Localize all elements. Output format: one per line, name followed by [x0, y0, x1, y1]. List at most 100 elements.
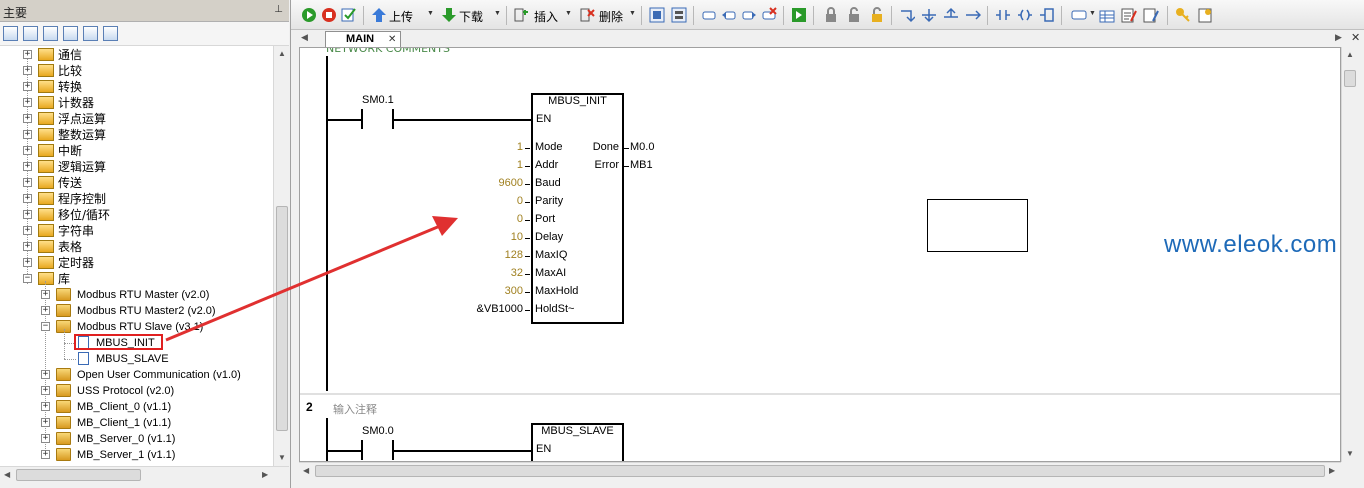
scroll-left-icon[interactable]: ◀	[303, 466, 309, 475]
expand-icon[interactable]: +	[41, 434, 50, 443]
insert-button[interactable]: 插入	[534, 8, 558, 25]
pin-value[interactable]: &VB1000	[459, 303, 523, 315]
expand-icon[interactable]: +	[23, 82, 32, 91]
document-icon[interactable]	[43, 26, 58, 41]
chevron-down-icon[interactable]: ▼	[494, 10, 501, 17]
library-item[interactable]: + Modbus RTU Master2 (v2.0)	[0, 303, 270, 319]
unlock-icon[interactable]	[846, 7, 862, 23]
expand-icon[interactable]: +	[41, 290, 50, 299]
editor-vertical-scrollbar[interactable]: ▲ ▼	[1341, 47, 1357, 462]
download-button[interactable]: 下载	[459, 8, 483, 25]
tree-horizontal-scrollbar[interactable]: ◀ ▶	[0, 466, 289, 483]
insert-icon[interactable]	[513, 7, 529, 23]
tree-category[interactable]: + 逻辑运算	[0, 159, 270, 175]
pin-value[interactable]: 9600	[459, 177, 523, 189]
tree-category[interactable]: − 库	[0, 271, 270, 287]
library-icon[interactable]	[103, 26, 118, 41]
pin-value[interactable]: 1	[459, 159, 523, 171]
delete-button[interactable]: 删除	[599, 8, 623, 25]
next-bookmark-icon[interactable]	[671, 7, 687, 23]
scroll-up-icon[interactable]: ▲	[1346, 50, 1354, 59]
tree-category[interactable]: + 移位/循环	[0, 207, 270, 223]
tree-category[interactable]: + 程序控制	[0, 191, 270, 207]
lock-icon[interactable]	[823, 7, 839, 23]
contact-address[interactable]: SM0.1	[362, 94, 394, 106]
expand-icon[interactable]: +	[23, 130, 32, 139]
ladder-editor[interactable]: NETWORK COMMENTS SM0.1 MBUS_INIT EN 1 Mod…	[299, 47, 1341, 462]
scroll-down-icon[interactable]: ▼	[1346, 449, 1354, 458]
expand-icon[interactable]: +	[23, 194, 32, 203]
chevron-down-icon[interactable]: ▼	[565, 10, 572, 17]
branch-icon[interactable]	[899, 7, 915, 23]
tree-category[interactable]: + 浮点运算	[0, 111, 270, 127]
contact-address[interactable]: SM0.0	[362, 425, 394, 437]
scroll-down-icon[interactable]: ▼	[274, 450, 290, 466]
pin-value[interactable]: 1	[459, 141, 523, 153]
chevron-down-icon[interactable]: ▼	[629, 10, 636, 17]
properties-icon[interactable]	[83, 26, 98, 41]
upload-icon[interactable]	[371, 7, 387, 23]
network-comment[interactable]: 输入注释	[333, 401, 377, 417]
expand-icon[interactable]: +	[41, 306, 50, 315]
library-item[interactable]: + Open User Communication (v1.0)	[0, 367, 270, 383]
expand-icon[interactable]: +	[41, 402, 50, 411]
tree-category[interactable]: + 计数器	[0, 95, 270, 111]
key-icon[interactable]	[1175, 7, 1191, 23]
tree-category[interactable]: + 转换	[0, 79, 270, 95]
scroll-thumb[interactable]	[1344, 70, 1356, 87]
pin-value[interactable]: 0	[459, 213, 523, 225]
pin-value[interactable]: 10	[459, 231, 523, 243]
expand-icon[interactable]: +	[23, 258, 32, 267]
expand-icon[interactable]: +	[41, 450, 50, 459]
line-down-icon[interactable]	[921, 7, 937, 23]
unlock-edit-icon[interactable]	[869, 7, 885, 23]
pin-value[interactable]: 0	[459, 195, 523, 207]
line-up-icon[interactable]	[943, 7, 959, 23]
scroll-left-icon[interactable]: ◀	[4, 470, 10, 479]
library-item[interactable]: + MB_Client_0 (v1.1)	[0, 399, 270, 415]
pin-value[interactable]: 300	[459, 285, 523, 297]
library-item[interactable]: + USS Protocol (v2.0)	[0, 383, 270, 399]
library-function[interactable]: MBUS_SLAVE	[0, 351, 200, 367]
scroll-up-icon[interactable]: ▲	[274, 46, 290, 62]
tree-vertical-scrollbar[interactable]: ▲ ▼	[273, 46, 289, 466]
expand-icon[interactable]: +	[23, 162, 32, 171]
view-icon[interactable]	[3, 26, 18, 41]
tab-main[interactable]: MAIN ✕	[325, 31, 401, 47]
clear-icon[interactable]	[761, 7, 777, 23]
pin-output-value[interactable]: M0.0	[630, 141, 654, 153]
pin-value[interactable]: 128	[459, 249, 523, 261]
expand-icon[interactable]: +	[23, 226, 32, 235]
bookmark-icon[interactable]	[649, 7, 665, 23]
tree-category[interactable]: + 定时器	[0, 255, 270, 271]
pin-output-value[interactable]: MB1	[630, 159, 653, 171]
collapse-icon[interactable]: −	[41, 322, 50, 331]
expand-icon[interactable]: +	[23, 50, 32, 59]
box-icon[interactable]	[1039, 7, 1055, 23]
redo-icon[interactable]	[741, 7, 757, 23]
tab-scroll-left-icon[interactable]: ◀	[301, 32, 308, 43]
edit-icon[interactable]	[1143, 7, 1159, 23]
compile-icon[interactable]	[341, 7, 357, 23]
function-block-mbus-slave[interactable]: MBUS_SLAVE EN	[531, 423, 624, 461]
library-item[interactable]: + MB_Server_1 (v1.1)	[0, 447, 270, 463]
tree-category[interactable]: + 通信	[0, 47, 270, 63]
tree-category[interactable]: + 表格	[0, 239, 270, 255]
collapse-icon[interactable]: −	[23, 274, 32, 283]
expand-icon[interactable]: +	[23, 210, 32, 219]
pin-icon[interactable]: ⊥	[274, 4, 283, 15]
run-icon[interactable]	[301, 7, 317, 23]
library-item[interactable]: + MB_Client_1 (v1.1)	[0, 415, 270, 431]
delete-icon[interactable]	[579, 7, 595, 23]
close-icon[interactable]: ✕	[388, 34, 396, 45]
chevron-down-icon[interactable]: ▼	[427, 10, 434, 17]
expand-icon[interactable]: +	[23, 242, 32, 251]
scroll-thumb[interactable]	[315, 465, 1325, 477]
undo-icon[interactable]	[721, 7, 737, 23]
symbol-table-icon[interactable]	[1099, 7, 1115, 23]
block-icon[interactable]	[701, 7, 717, 23]
comment-icon[interactable]	[1071, 7, 1087, 23]
expand-icon[interactable]: +	[23, 114, 32, 123]
tree-category[interactable]: + 中断	[0, 143, 270, 159]
protect-icon[interactable]	[1197, 7, 1213, 23]
